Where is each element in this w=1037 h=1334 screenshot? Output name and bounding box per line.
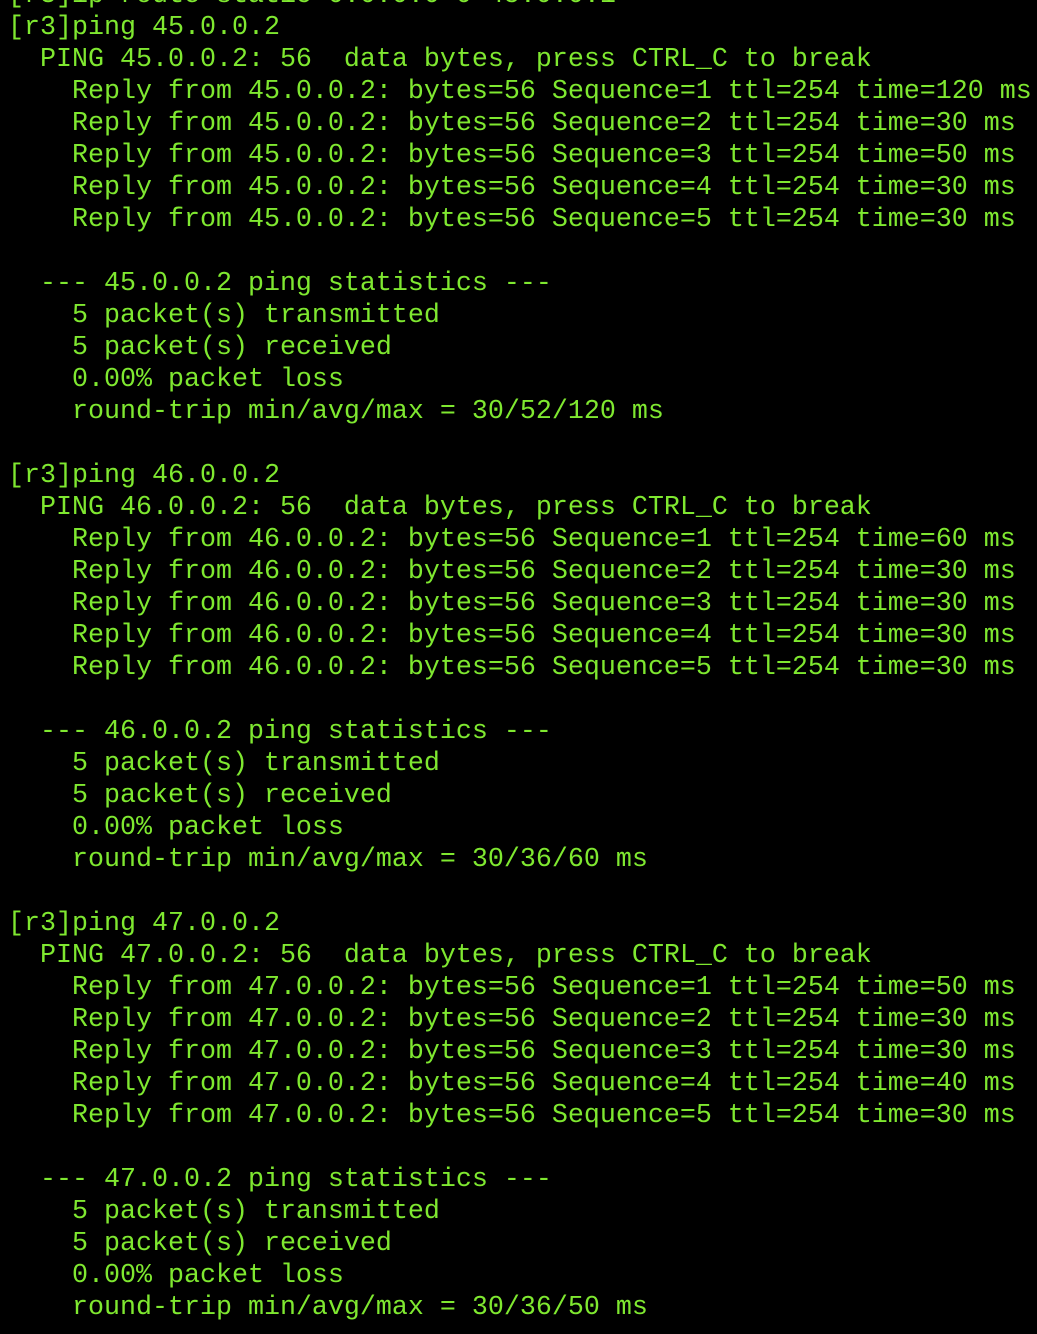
terminal-line: 0.00% packet loss [8, 813, 344, 843]
terminal-output[interactable]: [r3]ip route-static 0.0.0.0 0 45.0.0.1[r… [8, 0, 1032, 1324]
terminal-line: 0.00% packet loss [8, 1261, 344, 1291]
terminal-line: [r3]ping 45.0.0.2 [8, 13, 280, 43]
terminal-line: 0.00% packet loss [8, 365, 344, 395]
terminal-line: Reply from 45.0.0.2: bytes=56 Sequence=3… [8, 141, 1016, 171]
terminal-line: --- 47.0.0.2 ping statistics --- [8, 1165, 552, 1195]
terminal-line: Reply from 46.0.0.2: bytes=56 Sequence=2… [8, 557, 1016, 587]
terminal-line: round-trip min/avg/max = 30/52/120 ms [8, 397, 664, 427]
terminal-line: 5 packet(s) transmitted [8, 301, 440, 331]
terminal-line: Reply from 46.0.0.2: bytes=56 Sequence=1… [8, 525, 1016, 555]
terminal-line: 5 packet(s) transmitted [8, 1197, 440, 1227]
terminal-line: Reply from 46.0.0.2: bytes=56 Sequence=5… [8, 653, 1016, 683]
terminal-line: Reply from 45.0.0.2: bytes=56 Sequence=4… [8, 173, 1016, 203]
terminal-line: [r3]ping 47.0.0.2 [8, 909, 280, 939]
terminal-line: Reply from 45.0.0.2: bytes=56 Sequence=5… [8, 205, 1016, 235]
terminal-line: 5 packet(s) transmitted [8, 749, 440, 779]
terminal-line: PING 45.0.0.2: 56 data bytes, press CTRL… [8, 45, 872, 75]
terminal-line: 5 packet(s) received [8, 333, 392, 363]
terminal-line: round-trip min/avg/max = 30/36/60 ms [8, 845, 648, 875]
terminal-line: 5 packet(s) received [8, 1229, 392, 1259]
terminal-line: Reply from 45.0.0.2: bytes=56 Sequence=1… [8, 77, 1032, 107]
terminal-line: --- 46.0.0.2 ping statistics --- [8, 717, 552, 747]
terminal-line: Reply from 46.0.0.2: bytes=56 Sequence=3… [8, 589, 1016, 619]
terminal-line: Reply from 46.0.0.2: bytes=56 Sequence=4… [8, 621, 1016, 651]
terminal-line: [r3]ping 46.0.0.2 [8, 461, 280, 491]
terminal-line: Reply from 45.0.0.2: bytes=56 Sequence=2… [8, 109, 1016, 139]
terminal-line: [r3]ip route-static 0.0.0.0 0 45.0.0.1 [8, 0, 1032, 12]
terminal-line: --- 45.0.0.2 ping statistics --- [8, 269, 552, 299]
terminal-line: round-trip min/avg/max = 30/36/50 ms [8, 1293, 648, 1323]
terminal-line: Reply from 47.0.0.2: bytes=56 Sequence=1… [8, 973, 1016, 1003]
terminal-line: PING 47.0.0.2: 56 data bytes, press CTRL… [8, 941, 872, 971]
terminal-line: Reply from 47.0.0.2: bytes=56 Sequence=4… [8, 1069, 1016, 1099]
terminal-line: Reply from 47.0.0.2: bytes=56 Sequence=3… [8, 1037, 1016, 1067]
terminal-line: Reply from 47.0.0.2: bytes=56 Sequence=5… [8, 1101, 1016, 1131]
terminal-line: Reply from 47.0.0.2: bytes=56 Sequence=2… [8, 1005, 1016, 1035]
terminal-line: PING 46.0.0.2: 56 data bytes, press CTRL… [8, 493, 872, 523]
terminal-line: 5 packet(s) received [8, 781, 392, 811]
